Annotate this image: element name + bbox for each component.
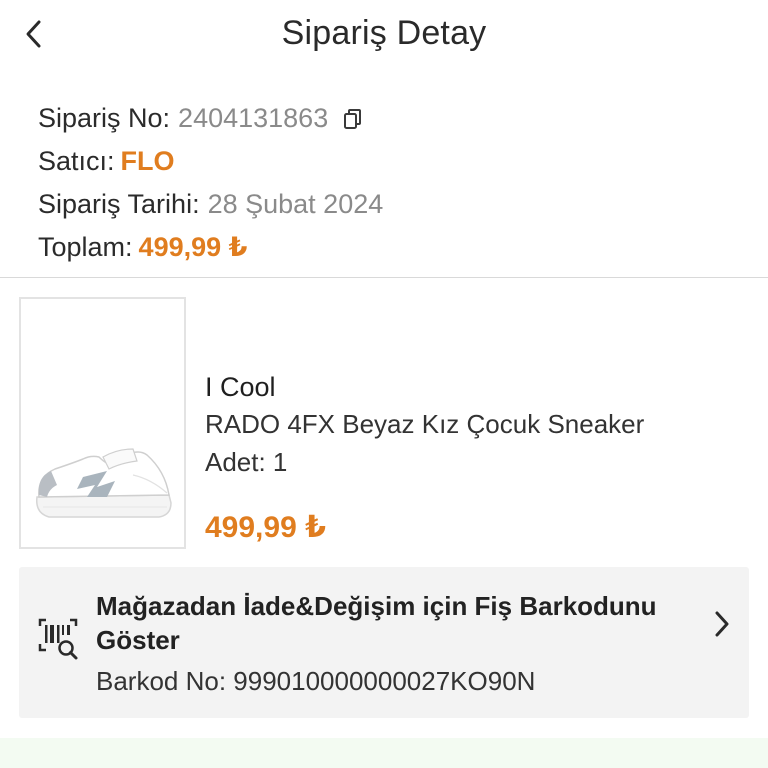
order-date-row: Sipariş Tarihi: 28 Şubat 2024 — [38, 182, 738, 225]
copy-order-number-button[interactable] — [342, 105, 364, 131]
chevron-right-icon — [715, 611, 729, 637]
order-number-label: Sipariş No: — [38, 102, 171, 133]
product-brand: I Cool — [205, 372, 276, 402]
order-total-value: 499,99 ₺ — [138, 231, 248, 262]
bottom-banner — [0, 738, 768, 768]
product-info: I Cool RADO 4FX Beyaz Kız Çocuk Sneaker … — [205, 370, 745, 544]
order-number-value: 2404131863 — [178, 102, 329, 133]
sneaker-image — [36, 448, 172, 518]
order-detail-page: Sipariş Detay Sipariş No: 2404131863 Sat… — [0, 0, 768, 768]
product-image[interactable] — [19, 297, 186, 549]
copy-icon — [344, 108, 362, 129]
barcode-number: Barkod No: 999010000000027KO90N — [96, 666, 536, 696]
show-receipt-barcode-button[interactable]: Mağazadan İade&Değişim için Fiş Barkodun… — [19, 567, 749, 718]
seller-row: Satıcı: FLO — [38, 139, 738, 182]
order-number-row: Sipariş No: 2404131863 — [38, 96, 738, 139]
order-total-row: Toplam: 499,99 ₺ — [38, 225, 738, 268]
product-price: 499,99 ₺ — [205, 511, 326, 544]
barcode-search-icon — [38, 618, 78, 660]
product-quantity: Adet: 1 — [205, 447, 288, 477]
page-title: Sipariş Detay — [281, 14, 487, 52]
seller-label: Satıcı: — [38, 145, 115, 176]
order-total-label: Toplam: — [38, 231, 133, 262]
barcode-card-title: Mağazadan İade&Değişim için Fiş Barkodun… — [96, 591, 657, 655]
header: Sipariş Detay — [0, 0, 768, 68]
order-date-value: 28 Şubat 2024 — [207, 188, 384, 219]
product-name[interactable]: RADO 4FX Beyaz Kız Çocuk Sneaker — [205, 406, 745, 444]
section-divider — [0, 277, 768, 278]
order-date-label: Sipariş Tarihi: — [38, 188, 200, 219]
order-info: Sipariş No: 2404131863 Satıcı: FLO Sipar… — [38, 96, 738, 268]
seller-value: FLO — [120, 145, 175, 176]
